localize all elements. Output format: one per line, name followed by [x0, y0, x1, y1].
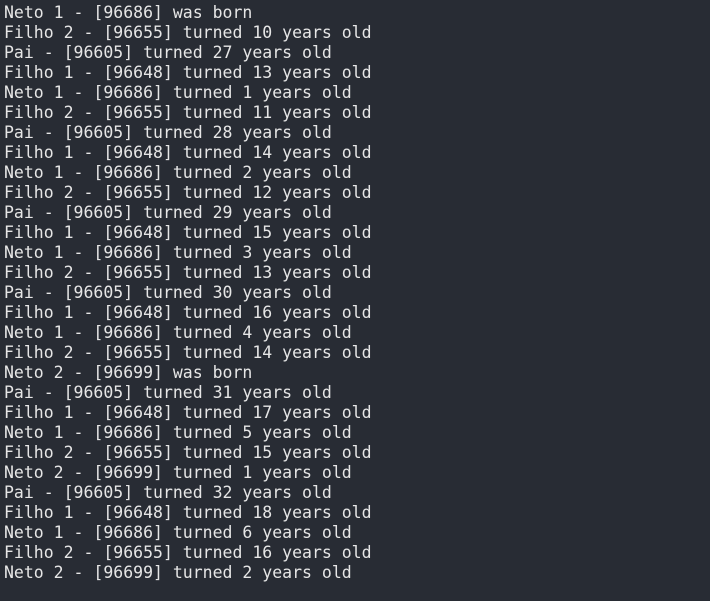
terminal-line: Neto 2 - [96699] turned 1 years old: [4, 463, 352, 482]
terminal-line: Filho 2 - [96655] turned 12 years old: [4, 183, 372, 202]
terminal-line: Filho 2 - [96655] turned 10 years old: [4, 23, 372, 42]
terminal-line: Neto 1 - [96686] was born: [4, 3, 253, 22]
terminal-line: Filho 2 - [96655] turned 13 years old: [4, 263, 372, 282]
terminal-line: Pai - [96605] turned 30 years old: [4, 283, 332, 302]
terminal-line: Neto 1 - [96686] turned 2 years old: [4, 163, 352, 182]
terminal-line: Neto 1 - [96686] turned 4 years old: [4, 323, 352, 342]
terminal-line: Neto 2 - [96699] was born: [4, 363, 253, 382]
terminal-line: Filho 1 - [96648] turned 17 years old: [4, 403, 372, 422]
terminal-line: Neto 2 - [96699] turned 2 years old: [4, 563, 352, 582]
terminal-line: Filho 1 - [96648] turned 15 years old: [4, 223, 372, 242]
terminal-line: Filho 2 - [96655] turned 11 years old: [4, 103, 372, 122]
terminal-output[interactable]: Neto 1 - [96686] was born Filho 2 - [966…: [0, 0, 710, 601]
terminal-line: Pai - [96605] turned 32 years old: [4, 483, 332, 502]
terminal-line: Filho 2 - [96655] turned 14 years old: [4, 343, 372, 362]
terminal-line: Pai - [96605] turned 27 years old: [4, 43, 332, 62]
terminal-line: Filho 1 - [96648] turned 13 years old: [4, 63, 372, 82]
terminal-line: Neto 1 - [96686] turned 6 years old: [4, 523, 352, 542]
terminal-line: Neto 1 - [96686] turned 1 years old: [4, 83, 352, 102]
terminal-line: Filho 1 - [96648] turned 18 years old: [4, 503, 372, 522]
terminal-line: Pai - [96605] turned 28 years old: [4, 123, 332, 142]
terminal-line: Filho 2 - [96655] turned 16 years old: [4, 543, 372, 562]
terminal-line: Neto 1 - [96686] turned 3 years old: [4, 243, 352, 262]
terminal-line: Neto 1 - [96686] turned 5 years old: [4, 423, 352, 442]
terminal-line: Filho 1 - [96648] turned 16 years old: [4, 303, 372, 322]
terminal-line: Filho 1 - [96648] turned 14 years old: [4, 143, 372, 162]
terminal-line: Pai - [96605] turned 29 years old: [4, 203, 332, 222]
terminal-line: Pai - [96605] turned 31 years old: [4, 383, 332, 402]
terminal-line: Filho 2 - [96655] turned 15 years old: [4, 443, 372, 462]
